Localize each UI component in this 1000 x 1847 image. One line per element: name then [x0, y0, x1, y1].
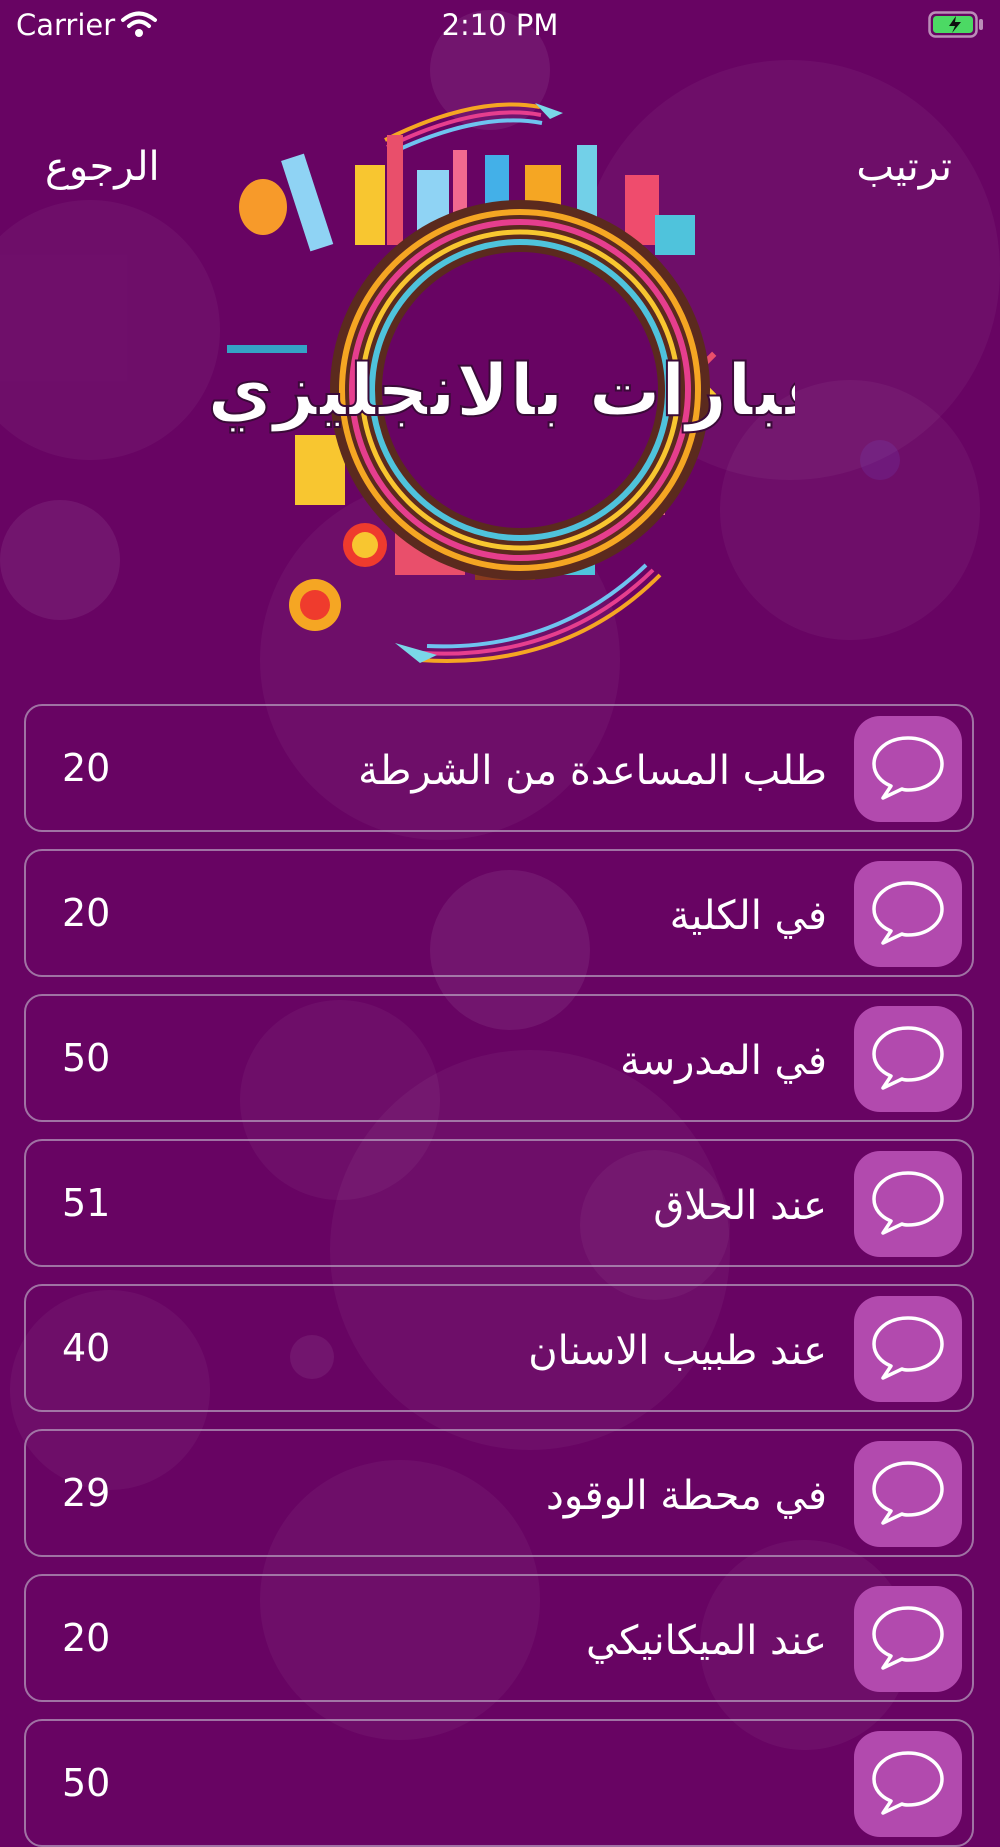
item-count: 20 — [62, 746, 111, 790]
speech-bubble-icon — [854, 1006, 962, 1112]
speech-bubble-icon — [854, 1441, 962, 1547]
list-item[interactable]: 50 في المدرسة — [24, 994, 974, 1122]
speech-bubble-icon — [854, 1296, 962, 1402]
item-title: عند الحلاق — [653, 1183, 827, 1229]
speech-bubble-icon — [854, 1151, 962, 1257]
list-item[interactable]: 40 عند طبيب الاسنان — [24, 1284, 974, 1412]
item-count: 50 — [62, 1761, 111, 1805]
item-title: عند طبيب الاسنان — [528, 1328, 827, 1374]
item-count: 51 — [62, 1181, 111, 1225]
speech-bubble-icon — [854, 1731, 962, 1837]
status-bar: Carrier 2:10 PM — [0, 0, 1000, 50]
speech-bubble-icon — [854, 1586, 962, 1692]
sort-button[interactable]: ترتيب — [856, 144, 952, 190]
battery-icon — [928, 11, 983, 38]
item-count: 29 — [62, 1471, 111, 1515]
background-bubble — [0, 200, 220, 460]
list-item[interactable]: 20 عند الميكانيكي — [24, 1574, 974, 1702]
item-title: طلب المساعدة من الشرطة — [358, 748, 827, 794]
list-item[interactable]: 51 عند الحلاق — [24, 1139, 974, 1267]
back-button[interactable]: الرجوع — [45, 144, 160, 190]
item-title: في المدرسة — [620, 1038, 827, 1084]
item-count: 50 — [62, 1036, 111, 1080]
item-count: 40 — [62, 1326, 111, 1370]
status-time: 2:10 PM — [441, 8, 559, 42]
item-count: 20 — [62, 891, 111, 935]
list-item[interactable]: 29 في محطة الوقود — [24, 1429, 974, 1557]
background-bubble — [0, 500, 120, 620]
app-logo: عبارات بالانجليزي — [205, 95, 834, 675]
list-item[interactable]: 50 — [24, 1719, 974, 1847]
list-item[interactable]: 20 في الكلية — [24, 849, 974, 977]
speech-bubble-icon — [854, 716, 962, 822]
speech-bubble-icon — [854, 861, 962, 967]
item-title: في الكلية — [669, 893, 827, 939]
item-title: في محطة الوقود — [546, 1473, 827, 1519]
logo-title: عبارات بالانجليزي — [207, 348, 795, 433]
item-count: 20 — [62, 1616, 111, 1660]
item-title: عند الميكانيكي — [585, 1618, 827, 1664]
list-item[interactable]: 20 طلب المساعدة من الشرطة — [24, 704, 974, 832]
logo-illustration: عبارات بالانجليزي — [206, 102, 834, 663]
background-bubble — [860, 440, 900, 480]
